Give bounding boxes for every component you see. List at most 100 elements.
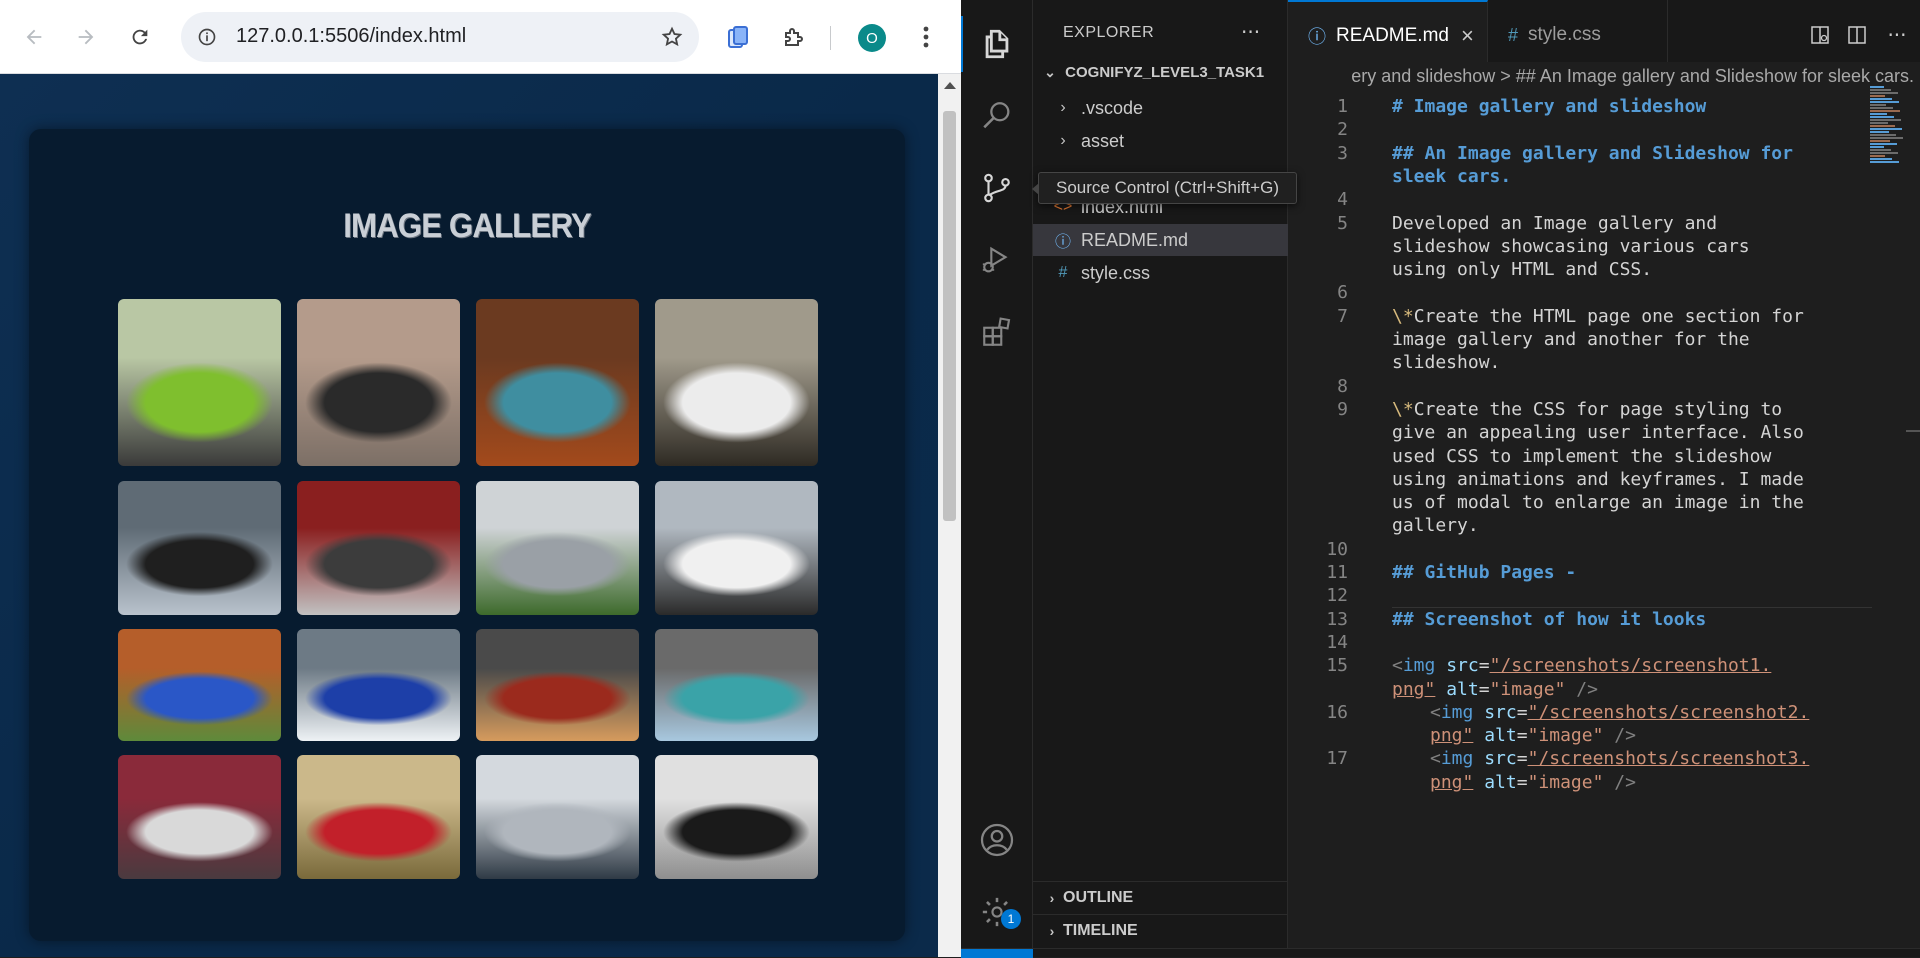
back-button[interactable]	[14, 17, 54, 57]
breadcrumb-path[interactable]: ery and slideshow > ## An Image gallery …	[1351, 66, 1914, 87]
gallery-thumbnail-blue-audi-snow[interactable]	[297, 629, 460, 741]
code-line[interactable]: give an appealing user interface. Also	[1392, 422, 1804, 443]
site-info-icon[interactable]	[195, 25, 219, 49]
page-scrollbar[interactable]	[938, 74, 961, 957]
open-preview-button[interactable]	[1807, 22, 1833, 48]
gallery-thumbnail-teal-classic-car-autumn[interactable]	[476, 299, 639, 466]
tab-readme[interactable]: ⓘ README.md ×	[1288, 0, 1488, 70]
gallery-thumbnail-red-roadster-sunset[interactable]	[476, 629, 639, 741]
gallery-thumbnail-teal-vintage-car-palms[interactable]	[655, 629, 818, 741]
code-line[interactable]: # Image gallery and slideshow	[1392, 96, 1706, 117]
manage-activity[interactable]	[961, 876, 1033, 948]
gallery-container: IMAGE GALLERY	[29, 129, 905, 941]
code-line[interactable]: gallery.	[1392, 515, 1479, 536]
gallery-thumbnail-black-muscle-car-road[interactable]	[118, 481, 281, 615]
code-line[interactable]: image gallery and another for the	[1392, 329, 1750, 350]
run-debug-activity[interactable]	[961, 224, 1033, 296]
code-line[interactable]: sleek cars.	[1392, 166, 1511, 187]
minimap-line	[1870, 134, 1896, 136]
search-activity[interactable]	[961, 80, 1033, 152]
forward-button[interactable]	[66, 17, 106, 57]
code-line[interactable]: png" alt="image" />	[1430, 725, 1636, 746]
tree-item-stylecss[interactable]: # style.css	[1033, 257, 1288, 289]
extensions-button[interactable]	[774, 17, 814, 57]
code-line[interactable]: ## An Image gallery and Slideshow for	[1392, 143, 1793, 164]
more-actions-icon[interactable]: ···	[1241, 20, 1260, 44]
explorer-sidebar: EXPLORER ··· ⌄ COGNIFYZ_LEVEL3_TASK1 › .v…	[1033, 0, 1288, 957]
gallery-thumbnail-silver-mercedes-amg[interactable]	[476, 481, 639, 615]
browser-menu-button[interactable]	[906, 17, 946, 57]
tree-item-readmemd[interactable]: ⓘ README.md	[1033, 224, 1288, 256]
editor-more-actions[interactable]: ···	[1884, 22, 1910, 48]
close-icon[interactable]: ×	[1461, 23, 1474, 49]
gallery-thumbnail-dark-supercar-red-rims[interactable]	[297, 481, 460, 615]
code-line[interactable]: slideshow showcasing various cars	[1392, 236, 1750, 257]
minimap-line	[1870, 158, 1892, 160]
notification-badge: 1	[1001, 909, 1021, 929]
address-bar[interactable]: 127.0.0.1:5506/index.html	[181, 12, 699, 62]
breadcrumb[interactable]: ery and slideshow > ## An Image gallery …	[1288, 62, 1920, 92]
gallery-thumbnail-black-white-car-row[interactable]	[655, 755, 818, 879]
code-line[interactable]: using animations and keyframes. I made	[1392, 469, 1804, 490]
workspace-root-folder[interactable]: ⌄ COGNIFYZ_LEVEL3_TASK1	[1033, 64, 1288, 90]
workspace-root-label: COGNIFYZ_LEVEL3_TASK1	[1065, 64, 1265, 81]
code-line[interactable]: \*Create the CSS for page styling to	[1392, 399, 1782, 420]
code-line[interactable]: <img src="/screenshots/screenshot2.	[1430, 702, 1809, 723]
line-number: 9	[1337, 398, 1348, 420]
accounts-activity[interactable]	[961, 804, 1033, 876]
code-line[interactable]: slideshow.	[1392, 352, 1500, 373]
status-bar	[961, 948, 1920, 958]
code-line[interactable]: using only HTML and CSS.	[1392, 259, 1652, 280]
profile-avatar[interactable]: O	[858, 24, 886, 52]
scroll-up-icon[interactable]	[944, 82, 956, 89]
minimap-line	[1870, 119, 1901, 121]
code-line[interactable]: <img src="/screenshots/screenshot3.	[1430, 748, 1809, 769]
minimap-line	[1870, 143, 1897, 145]
tree-item-asset[interactable]: › asset	[1033, 125, 1288, 157]
scrollbar-thumb[interactable]	[943, 111, 956, 521]
minimap-line	[1870, 161, 1899, 163]
extensions-activity[interactable]	[961, 296, 1033, 368]
url-text[interactable]: 127.0.0.1:5506/index.html	[236, 25, 466, 48]
bookmark-star-icon[interactable]	[659, 24, 685, 50]
explorer-activity[interactable]	[961, 8, 1033, 80]
minimap-slider[interactable]	[1906, 430, 1920, 432]
minimap-line	[1870, 110, 1900, 112]
source-control-activity[interactable]	[961, 152, 1033, 224]
minimap-line	[1870, 128, 1902, 130]
timeline-section[interactable]: › TIMELINE	[1033, 914, 1288, 946]
tab-style-css[interactable]: # style.css	[1488, 0, 1668, 70]
code-line[interactable]: png" alt="image" />	[1392, 679, 1598, 700]
code-editor[interactable]: 1 2 3 4 5 6 7 8 9 10 11 12 13 14 15 16 17 # Image galler…	[1288, 92, 1920, 957]
gallery-thumbnail-dark-sedan-cobblestone[interactable]	[297, 299, 460, 466]
gallery-thumbnail-parked-cars-row[interactable]	[118, 755, 281, 879]
gallery-thumbnail-white-muscle-car-night[interactable]	[655, 299, 818, 466]
gallery-thumbnail-car-tower-parking[interactable]	[476, 755, 639, 879]
split-editor-button[interactable]	[1844, 22, 1870, 48]
gallery-thumbnail-blue-bmw[interactable]	[118, 629, 281, 741]
gallery-thumbnail-white-range-rover[interactable]	[655, 481, 818, 615]
code-line[interactable]: ## GitHub Pages -	[1392, 562, 1576, 583]
reload-button[interactable]	[120, 17, 160, 57]
code-line[interactable]: Developed an Image gallery and	[1392, 213, 1717, 234]
gallery-thumbnail-green-sports-car[interactable]	[118, 299, 281, 466]
code-line[interactable]: ## Screenshot of how it looks	[1392, 609, 1706, 630]
toolbar-divider	[830, 26, 831, 50]
line-number: 15	[1326, 655, 1348, 677]
gallery-thumbnail-red-alfa-romeo-motion[interactable]	[297, 755, 460, 879]
code-line[interactable]: used CSS to implement the slideshow	[1392, 446, 1771, 467]
info-icon: ⓘ	[1308, 27, 1326, 47]
outline-section[interactable]: › OUTLINE	[1033, 881, 1288, 913]
code-line[interactable]: <img src="/screenshots/screenshot1.	[1392, 655, 1771, 676]
code-line[interactable]: png" alt="image" />	[1430, 772, 1636, 793]
extension-docs-button[interactable]	[718, 17, 758, 57]
code-line[interactable]: \*Create the HTML page one section for	[1392, 306, 1804, 327]
explorer-title: EXPLORER	[1063, 24, 1155, 41]
tree-item-vscode[interactable]: › .vscode	[1033, 92, 1288, 124]
minimap[interactable]	[1864, 86, 1920, 957]
run-debug-icon	[982, 246, 1008, 273]
browser-window: 127.0.0.1:5506/index.html O IMAGE GALLER…	[0, 0, 961, 957]
code-line[interactable]: us of modal to enlarge an image in the	[1392, 492, 1804, 513]
puzzle-icon	[785, 28, 803, 46]
chevron-right-icon: ›	[1060, 99, 1066, 116]
